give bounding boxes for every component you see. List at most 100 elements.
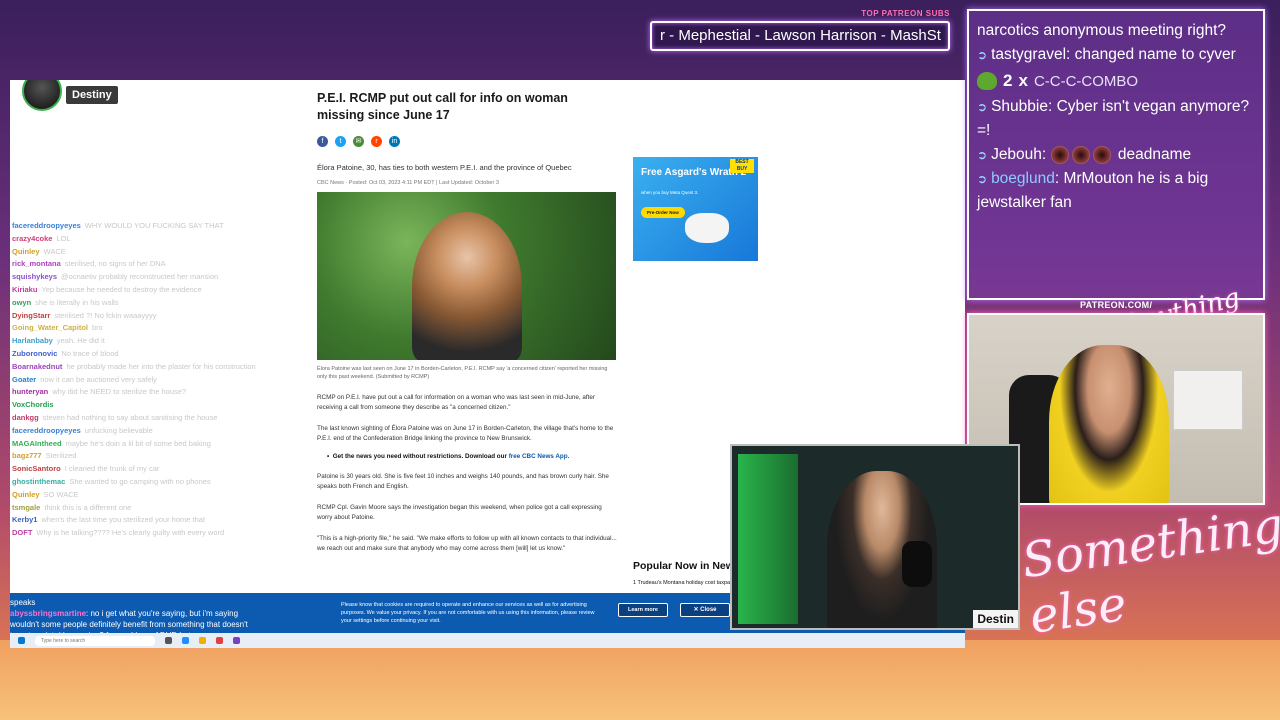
chrome-icon[interactable] xyxy=(216,637,223,644)
app-icon[interactable] xyxy=(233,637,240,644)
chat-line: hunteryan why did he NEED to sterilize th… xyxy=(10,386,275,399)
chat-line: squishykeys @ocnaetiv probably reconstruc… xyxy=(10,271,275,284)
chat-username: facereddroopyeyes xyxy=(12,221,81,230)
chat-username: Quinley xyxy=(12,246,40,256)
close-cookie-button[interactable]: ✕ Close xyxy=(680,603,730,617)
chat-username: tsmgale xyxy=(12,502,41,512)
chat-line: DOFT Why is he talking???? He's clearly g… xyxy=(10,527,275,540)
chat-message: I cleaned the trunk of my car xyxy=(64,464,160,474)
chat-line: ➲ Shubbie: Cyber isn't vegan anymore?=! xyxy=(977,95,1255,143)
chat-message: : changed name to cyver xyxy=(1066,46,1236,63)
chat-username: hunteryan xyxy=(12,387,49,397)
article-paragraph: RCMP Cpl. Gavin Moore says the investiga… xyxy=(317,504,602,521)
facebook-icon[interactable]: f xyxy=(317,136,328,147)
chat-username: tastygravel xyxy=(991,46,1067,63)
app-promo-bullet: • Get the news you need without restrict… xyxy=(327,453,570,460)
chat-username: Shubbie xyxy=(991,98,1048,115)
chat-message: Yep because he needed to destroy the evi… xyxy=(41,284,202,294)
chat-username: squishykeys xyxy=(12,272,58,282)
chat-arrow-icon: ➲ xyxy=(977,172,988,186)
article-deck: Élora Patoine, 30, has ties to both west… xyxy=(317,163,572,172)
combo-count: 2 xyxy=(1003,71,1013,90)
chat-message: think this is a different one xyxy=(44,502,132,512)
chat-line: Boarnakednut he probably made her into th… xyxy=(10,361,275,374)
patreon-subs-label: TOP PATREON SUBS xyxy=(861,9,950,18)
chat-username: DOFT xyxy=(12,528,33,538)
chat-username: Jebouh xyxy=(991,146,1042,163)
chat-overlay: narcotics anonymous meeting right? ➲ tast… xyxy=(967,9,1265,300)
chat-line: Kiriaku Yep because he needed to destroy … xyxy=(10,284,275,297)
avatar xyxy=(22,80,62,111)
chat-message: sterilised ?! No fckin waaayyyy xyxy=(54,310,157,320)
combo-x: x xyxy=(1018,71,1028,90)
article-paragraph: Patoine is 30 years old. She is five fee… xyxy=(317,473,609,490)
chat-line: MAGAIntheed maybe he's doin a lil bit of … xyxy=(10,438,275,451)
chat-username: facereddroopyeyes xyxy=(12,425,81,435)
chat-line: dankgg steven had nothing to say about sa… xyxy=(10,412,275,425)
chat-arrow-icon: ➲ xyxy=(977,100,988,114)
chat-username: Kerby1 xyxy=(12,515,38,525)
taskbar-search[interactable]: Type here to search xyxy=(35,635,155,646)
chat-line: Quinley WACE xyxy=(10,246,275,259)
chat-line: VoxChordis xyxy=(10,399,275,412)
chat-line: Going_Water_Capitol bro xyxy=(10,322,275,335)
background-sunset xyxy=(0,640,1280,720)
reddit-icon[interactable]: r xyxy=(371,136,382,147)
streamer-tag: Destiny xyxy=(22,80,118,111)
chat-line: ghostinthemac She wanted to go camping wi… xyxy=(10,476,275,489)
article-byline: CBC News · Posted: Oct 03, 2023 4:11 PM … xyxy=(317,180,499,186)
chat-username: Boarnakednut xyxy=(12,361,63,371)
chat-username: SonicSantoro xyxy=(12,464,61,474)
chat-username: Kiriaku xyxy=(12,284,38,294)
chat-username: Harlanbaby xyxy=(12,336,53,346)
chat-line: rick_montana sterilised, no signs of her … xyxy=(10,258,275,271)
chat-line: crazy4coke LOL xyxy=(10,233,275,246)
share-row: f t ✉ r in xyxy=(317,136,617,147)
chat-message: sterilised, no signs of her DNA xyxy=(64,259,166,269)
chat-arrow-icon: ➲ xyxy=(977,148,988,162)
webcam-streamer: Destin xyxy=(730,444,1020,630)
linkedin-icon[interactable]: in xyxy=(389,136,400,147)
chat-line: Quinley SO WACE xyxy=(10,489,275,502)
chat-message: bro xyxy=(91,323,103,333)
sidebar-ad[interactable]: Free Asgard's Wrath 2 when you buy Meta … xyxy=(633,157,758,261)
edge-icon[interactable] xyxy=(182,637,189,644)
chat-message: WACE xyxy=(43,246,66,256)
chat-line: facereddroopyeyes unfucking believable xyxy=(10,425,275,438)
article-headline: P.E.I. RCMP put out call for info on wom… xyxy=(317,91,568,122)
photo-subject xyxy=(412,212,522,360)
chat-message: unfucking believable xyxy=(84,425,153,435)
app-promo-text: Get the news you need without restrictio… xyxy=(332,453,507,460)
combo-line: 2 x C-C-C-COMBO xyxy=(977,71,1255,91)
article-paragraph: The last known sighting of Élora Patoine… xyxy=(317,425,614,442)
patreon-subs-marquee: r - Mephestial - Lawson Harrison - MashS… xyxy=(650,21,950,51)
chat-username: Goater xyxy=(12,374,37,384)
chat-line: Goater now it can be auctioned very safel… xyxy=(10,374,275,387)
chat-line: ➲ Jebouh: deadname xyxy=(977,145,1192,164)
learn-more-button[interactable]: Learn more xyxy=(618,603,668,617)
folder-icon[interactable] xyxy=(199,637,206,644)
chat-username: DyingStarr xyxy=(12,310,51,320)
chat-line: facereddroopyeyes WHY WOULD YOU FUCKING S… xyxy=(10,220,275,233)
chat-username: MAGAIntheed xyxy=(12,438,62,448)
chat-username: Going_Water_Capitol xyxy=(12,323,88,333)
chat-line: tsmgale think this is a different one xyxy=(10,502,275,515)
twitter-icon[interactable]: t xyxy=(335,136,346,147)
bestbuy-logo: BEST BUY xyxy=(730,159,754,173)
app-link[interactable]: free CBC News App. xyxy=(509,453,570,460)
chat-message: She wanted to go camping with no phones xyxy=(69,476,211,486)
emote-icon xyxy=(1071,145,1090,164)
chat-username: bagz777 xyxy=(12,451,42,461)
chat-line: DyingStarr sterilised ?! No fckin waaayyy… xyxy=(10,310,275,323)
chat-message: yeah. He did it xyxy=(56,336,105,346)
emote-icon xyxy=(1092,145,1111,164)
ad-preorder-button[interactable]: Pre-Order Now xyxy=(641,207,685,218)
article-paragraph: RCMP on P.E.I. have put out a call for i… xyxy=(317,394,596,411)
chat-message: Sterilized xyxy=(45,451,77,461)
task-view-icon[interactable] xyxy=(165,637,172,644)
pepe-emote-icon xyxy=(977,72,997,90)
chat-line: Zuboronovic No trace of blood xyxy=(10,348,275,361)
windows-start-icon[interactable] xyxy=(18,637,25,644)
email-icon[interactable]: ✉ xyxy=(353,136,364,147)
chat-message: Why is he talking???? He's clearly guilt… xyxy=(36,528,225,538)
